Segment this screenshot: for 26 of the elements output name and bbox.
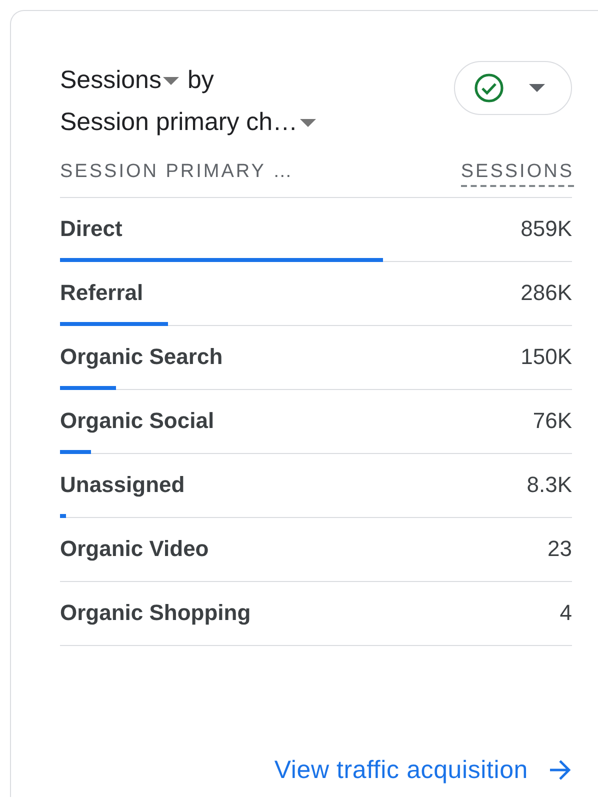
- status-dropdown[interactable]: [454, 61, 572, 115]
- caret-icon: [529, 84, 545, 92]
- sessions-value: 8.3K: [526, 472, 572, 498]
- title-connector: by: [187, 66, 214, 94]
- sessions-value: 859K: [520, 216, 572, 242]
- view-traffic-link[interactable]: View traffic acquisition: [274, 754, 572, 786]
- arrow-right-icon: [548, 759, 572, 781]
- sessions-value: 76K: [532, 408, 572, 434]
- column-header: SESSION PRIMARY …: [60, 161, 294, 184]
- sessions-value: 286K: [520, 280, 572, 306]
- check-circle-icon: [474, 73, 504, 103]
- channel-label: Organic Social: [60, 408, 214, 434]
- column-header[interactable]: SESSIONS: [460, 161, 574, 187]
- sessions-value: 4: [560, 600, 572, 626]
- caret-icon: [298, 118, 317, 128]
- sessions-value: 150K: [520, 344, 572, 370]
- sessions-value: 23: [548, 536, 572, 562]
- channel-label: Referral: [60, 280, 144, 306]
- channel-label: Direct: [60, 216, 122, 242]
- channel-label: Organic Video: [60, 536, 209, 562]
- dimension-dropdown[interactable]: Session primary ch…: [60, 108, 317, 136]
- channel-label: Unassigned: [60, 472, 185, 498]
- caret-icon: [162, 76, 180, 86]
- metric-dropdown[interactable]: Sessions: [60, 66, 180, 94]
- channel-label: Organic Shopping: [60, 600, 251, 626]
- channel-label: Organic Search: [60, 344, 223, 370]
